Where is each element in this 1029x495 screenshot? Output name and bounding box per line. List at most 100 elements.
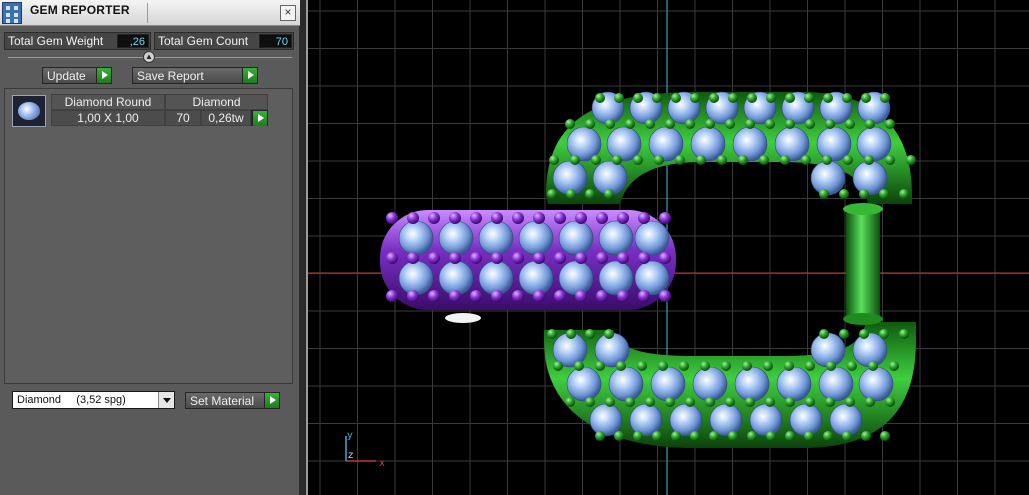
prong (574, 361, 584, 371)
prong (595, 361, 605, 371)
prong (861, 431, 871, 441)
purple-chain-link[interactable] (380, 210, 676, 323)
prong (553, 361, 563, 371)
prong (533, 290, 545, 302)
prong (549, 155, 559, 165)
prong (449, 252, 461, 264)
prong (491, 290, 503, 302)
close-button[interactable]: × (280, 5, 296, 21)
prong (596, 212, 608, 224)
prong (428, 290, 440, 302)
prong (595, 93, 605, 103)
green-bar-cap-bottom (843, 313, 883, 325)
gem-stone (692, 366, 728, 402)
update-button[interactable]: Update (42, 67, 112, 84)
close-icon: × (284, 5, 292, 19)
prong (547, 189, 557, 199)
purple-band-highlight (445, 313, 481, 323)
prong (633, 93, 643, 103)
prong (785, 397, 795, 407)
prong (780, 155, 790, 165)
prong (885, 155, 895, 165)
prong (868, 361, 878, 371)
viewport-canvas[interactable]: x y z (308, 0, 1029, 495)
prong (617, 212, 629, 224)
material-select-value: Diamond (3,52 spg) (17, 394, 126, 406)
save-report-button[interactable]: Save Report (132, 67, 258, 84)
set-material-button-label: Set Material (190, 394, 255, 408)
prong (859, 189, 869, 199)
prong (804, 431, 814, 441)
prong (825, 119, 835, 129)
prong (652, 431, 662, 441)
prong (717, 155, 727, 165)
prong (819, 189, 829, 199)
prong (491, 212, 503, 224)
dropdown-arrow-icon[interactable] (158, 392, 174, 408)
prong (763, 361, 773, 371)
prong (604, 329, 614, 339)
prong (885, 119, 895, 129)
gem-shape-cell: Diamond Round (51, 94, 165, 110)
update-button-label: Update (47, 69, 86, 83)
prong (742, 361, 752, 371)
prong (721, 361, 731, 371)
prong (842, 431, 852, 441)
prong (785, 431, 795, 441)
prong (585, 329, 595, 339)
prong (547, 329, 557, 339)
prong (819, 329, 829, 339)
prong (652, 93, 662, 103)
prong (801, 155, 811, 165)
prong (859, 329, 869, 339)
gem-stone (558, 220, 594, 256)
prong (407, 252, 419, 264)
prong (879, 329, 889, 339)
prong (747, 431, 757, 441)
prong (512, 212, 524, 224)
prong (889, 361, 899, 371)
prong (659, 290, 671, 302)
prong (765, 119, 775, 129)
3d-viewport[interactable]: x y z (306, 0, 1029, 495)
prong (671, 431, 681, 441)
gem-row-select-button[interactable] (251, 110, 268, 126)
prong (638, 290, 650, 302)
prong (638, 252, 650, 264)
prong (861, 93, 871, 103)
save-report-button-label: Save Report (137, 69, 204, 83)
gem-stone (598, 220, 634, 256)
prong (785, 93, 795, 103)
prong (847, 361, 857, 371)
prong (596, 290, 608, 302)
prong (658, 361, 668, 371)
prong (906, 155, 916, 165)
prong (633, 155, 643, 165)
prong (617, 252, 629, 264)
prong (709, 431, 719, 441)
prong (575, 290, 587, 302)
set-material-button[interactable]: Set Material (185, 392, 280, 409)
prong (585, 119, 595, 129)
prong (728, 93, 738, 103)
gem-stone (566, 366, 602, 402)
prong (675, 155, 685, 165)
prong (725, 119, 735, 129)
play-arrow-icon (96, 68, 111, 83)
app-window: GEM REPORTER × Total Gem Weight ,26 Tota… (0, 0, 1029, 495)
prong (565, 397, 575, 407)
prong (554, 290, 566, 302)
gem-weight-cell: 0,26tw (201, 110, 251, 126)
prong (685, 119, 695, 129)
prong (428, 252, 440, 264)
panel-splitter-handle[interactable]: ▲ (143, 51, 155, 63)
gem-reporter-panel: GEM REPORTER × Total Gem Weight ,26 Tota… (0, 0, 300, 495)
prong (470, 252, 482, 264)
prong (805, 397, 815, 407)
material-select[interactable]: Diamond (3,52 spg) (12, 391, 175, 409)
gem-count-cell: 70 (165, 110, 201, 126)
gem-size-cell: 1,00 X 1,00 (51, 110, 165, 126)
prong (491, 252, 503, 264)
gem-stone (398, 260, 434, 296)
prong (845, 119, 855, 129)
